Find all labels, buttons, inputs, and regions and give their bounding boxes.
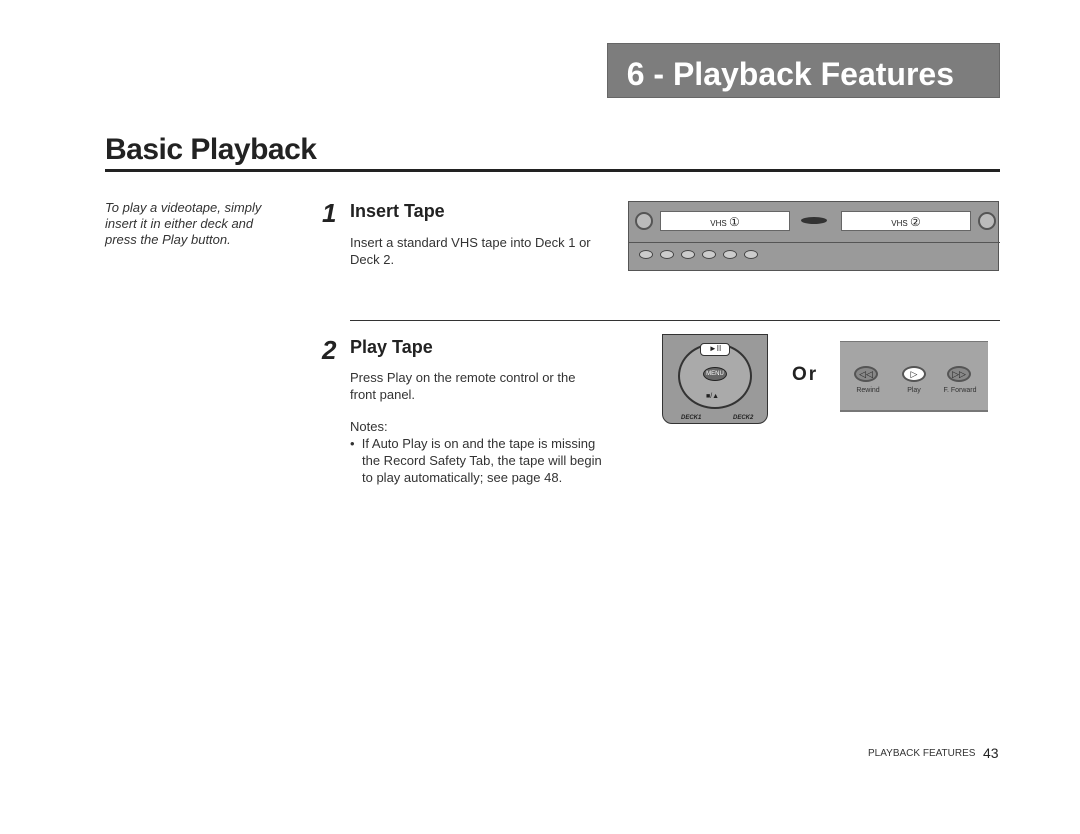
play-label: Play	[907, 387, 921, 394]
step-2-text: Press Play on the remote control or the …	[350, 370, 576, 402]
power-knob	[635, 212, 653, 230]
title-rule	[105, 169, 1000, 172]
notes-label: Notes:	[350, 419, 388, 434]
rewind-icon: ◁◁	[854, 366, 878, 382]
footer-section: PLAYBACK FEATURES	[868, 748, 976, 759]
play-icon: ▷	[902, 366, 926, 382]
remote-control-image: ►II MENU ■/▲ DECK1 DECK2	[662, 334, 768, 424]
section-rule	[350, 320, 1000, 321]
page-title: Basic Playback	[105, 133, 317, 166]
deck2-label: DECK2	[733, 415, 754, 421]
step-2-number: 2	[322, 335, 337, 365]
chapter-header: 6 - Playback Features	[607, 43, 1000, 98]
step-1-text: Insert a standard VHS tape into Deck 1 o…	[350, 235, 591, 267]
step-1-heading: Insert Tape	[350, 201, 445, 221]
fast-forward-icon: ▷▷	[947, 366, 971, 382]
tracking-knob	[978, 212, 996, 230]
rewind-label: Rewind	[856, 387, 880, 394]
stop-eject-icon: ■/▲	[706, 393, 720, 400]
play-pause-button-icon: ►II	[700, 343, 730, 356]
or-label: Or	[792, 364, 819, 385]
page-number: 43	[983, 745, 999, 761]
deck-2-slot: VHS ②	[841, 211, 971, 231]
vcr-front-image: VHS ① VHS ②	[628, 201, 1000, 271]
deck1-label: DECK1	[681, 415, 702, 421]
front-panel-image: ◁◁ ▷ ▷▷ Rewind Play F. Forward	[840, 341, 988, 412]
logo	[801, 217, 827, 224]
menu-button-icon: MENU	[703, 367, 727, 381]
side-note: To play a videotape, simply insert it in…	[105, 200, 262, 247]
deck-1-slot: VHS ①	[660, 211, 790, 231]
fast-forward-label: F. Forward	[943, 387, 977, 394]
step-1-number: 1	[322, 198, 337, 228]
note-item: • If Auto Play is on and the tape is mis…	[350, 436, 602, 485]
step-2-heading: Play Tape	[350, 337, 433, 357]
